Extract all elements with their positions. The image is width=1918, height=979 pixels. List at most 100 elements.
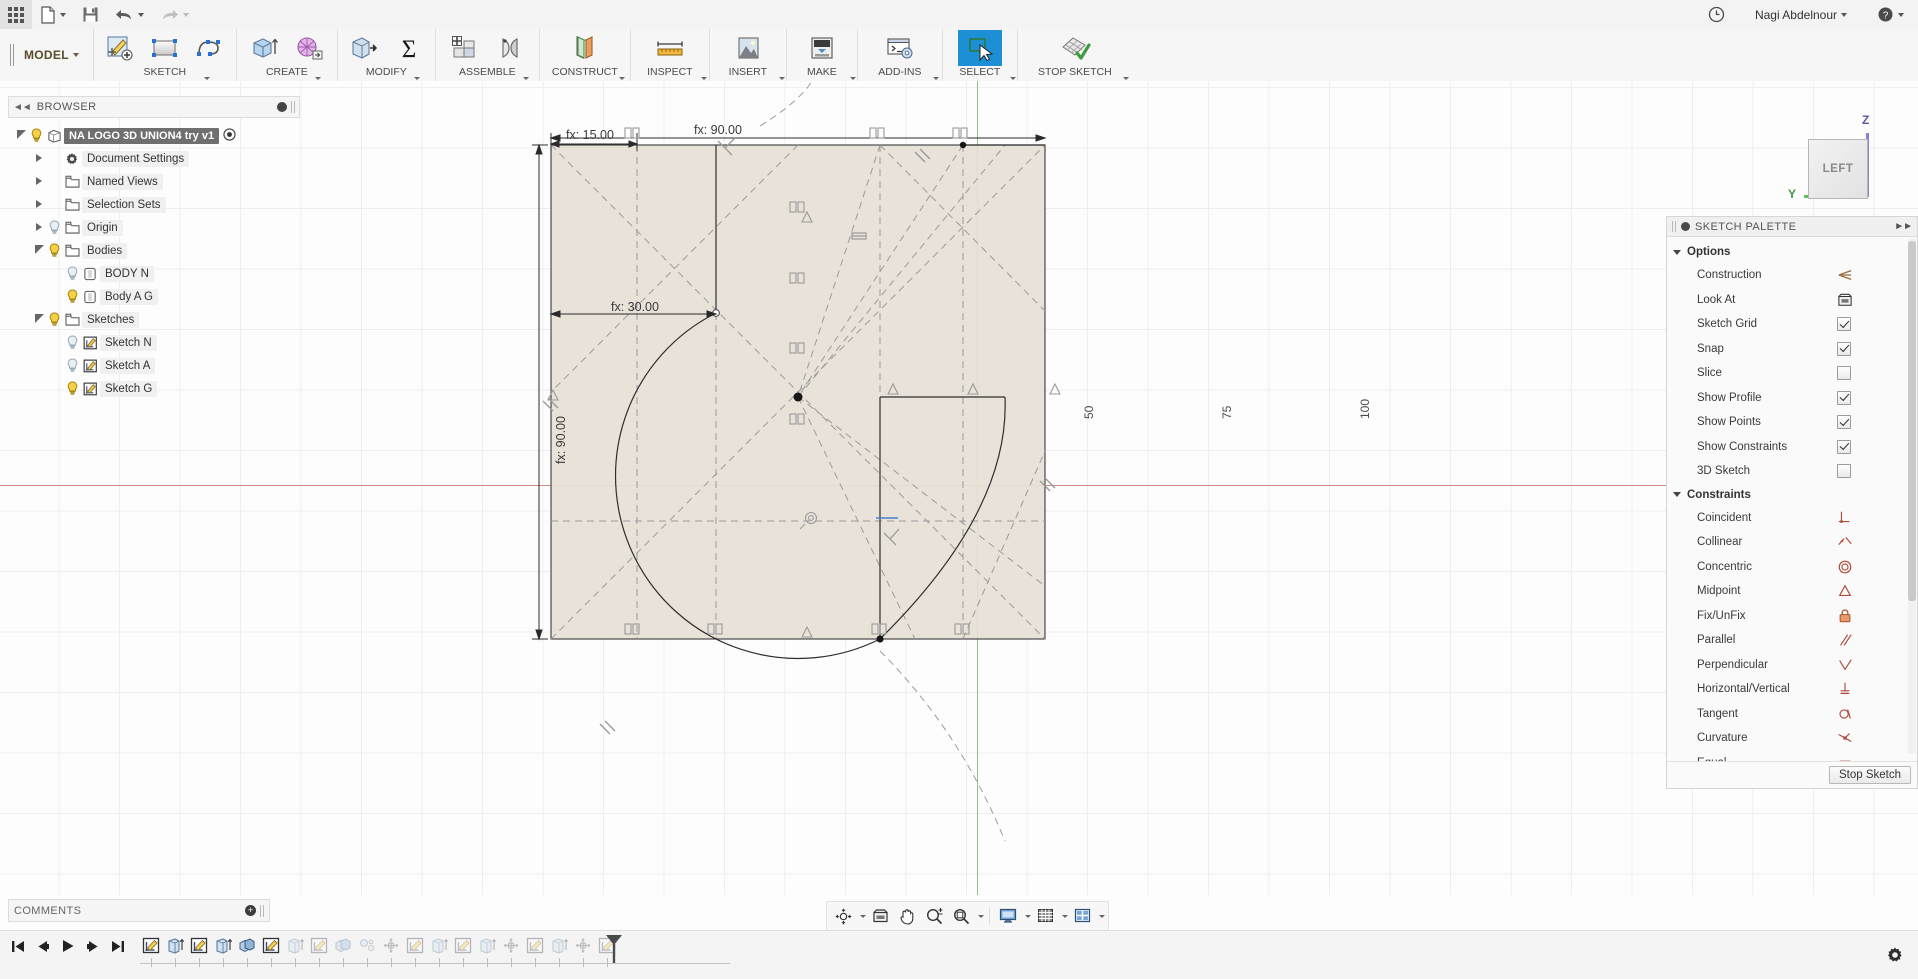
finish-sketch-button[interactable] [1053,30,1097,66]
visibility-toggle[interactable] [46,312,62,327]
timeline-feature-extrude-6[interactable] [548,934,570,956]
timeline-feature-combine-1[interactable] [236,934,258,956]
visibility-toggle[interactable] [46,220,62,235]
palette-row-snap[interactable]: Snap [1667,337,1917,362]
browser-tree-item[interactable]: BODY N [8,262,300,285]
palette-row-tangent[interactable]: Tangent [1667,702,1917,727]
palette-row-slice[interactable]: Slice [1667,361,1917,386]
palette-row-concentric[interactable]: Concentric [1667,555,1917,580]
lock-icon[interactable] [1837,608,1917,624]
browser-tree-item[interactable]: Bodies [8,239,300,262]
zoom-button[interactable] [921,904,947,928]
palette-row-show-profile[interactable]: Show Profile [1667,386,1917,411]
equal-icon[interactable] [1837,755,1917,761]
checkbox-show-points[interactable] [1837,415,1851,430]
timeline-marker[interactable] [604,934,624,967]
chevron-down-icon[interactable] [522,77,529,80]
chevron-down-icon[interactable] [1122,77,1129,80]
resize-grip-icon[interactable] [1672,221,1676,232]
coincident-icon[interactable] [1837,510,1917,526]
visibility-toggle[interactable] [64,381,80,396]
palette-row-midpoint[interactable]: Midpoint [1667,579,1917,604]
select-button[interactable] [957,30,1002,66]
tangent-icon[interactable] [1837,706,1917,722]
sketch-palette-header[interactable]: SKETCH PALETTE ►► [1667,217,1917,237]
browser-tree-item[interactable]: Document Settings [8,147,300,170]
timeline-feature-sketch-2[interactable] [188,934,210,956]
rectangle-button[interactable] [143,30,187,66]
visibility-toggle[interactable] [64,289,80,304]
chevron-down-icon[interactable] [932,77,939,80]
go-to-beginning-button[interactable] [10,937,26,955]
look-at-button[interactable] [867,904,893,928]
dimension-label-15[interactable]: fx: 15.00 [566,128,614,142]
browser-options-icon[interactable] [277,102,287,112]
checkbox-show-profile[interactable] [1837,390,1851,405]
timeline-settings-button[interactable] [1886,946,1904,967]
visibility-toggle[interactable] [28,128,44,143]
dimension-label-30[interactable]: fx: 30.00 [611,300,659,314]
chevron-down-icon[interactable] [1062,914,1068,918]
concentric-icon[interactable] [1837,559,1917,575]
expand-arrow-icon[interactable] [14,130,28,141]
workspace-selector[interactable]: MODEL [0,29,94,81]
3d-print-button[interactable] [800,30,844,66]
checkbox-show-constraints[interactable] [1837,439,1851,454]
visibility-bulb-icon[interactable] [66,266,79,281]
visibility-bulb-icon[interactable] [48,312,61,327]
browser-tree-item[interactable]: Body A G [8,285,300,308]
orbit-button[interactable] [830,904,856,928]
new-component-button[interactable] [443,30,487,66]
browser-tree-item[interactable]: Sketch N [8,331,300,354]
collapse-arrow-icon[interactable] [32,200,46,210]
app-grid-button[interactable] [0,0,32,29]
palette-row-equal[interactable]: Equal [1667,751,1917,761]
palette-section-options[interactable]: Options [1667,241,1917,263]
palette-row-3d-sketch[interactable]: 3D Sketch [1667,459,1917,484]
step-back-button[interactable] [35,937,51,955]
timeline-feature-sketch-4[interactable] [308,934,330,956]
perpendicular-icon[interactable] [1837,657,1917,673]
chevron-down-icon[interactable] [618,77,625,80]
joint-button[interactable] [488,30,532,66]
save-button[interactable] [74,0,107,29]
job-status-button[interactable] [1700,0,1733,29]
checkbox-3d-sketch[interactable] [1837,464,1851,479]
chevron-down-icon[interactable] [413,77,420,80]
timeline-feature-sketch-7[interactable] [524,934,546,956]
timeline-feature-sketch-3[interactable] [260,934,282,956]
help-button[interactable]: ? [1869,0,1912,29]
chevron-down-icon[interactable] [314,77,321,80]
add-comment-icon[interactable]: + [245,905,256,916]
timeline-track[interactable] [140,958,730,968]
chevron-down-icon[interactable] [978,914,984,918]
look-at-icon[interactable] [1837,293,1917,307]
parameters-button[interactable]: Σ [387,30,431,66]
visibility-bulb-icon[interactable] [48,243,61,258]
palette-row-parallel[interactable]: Parallel [1667,628,1917,653]
chevron-down-icon[interactable] [849,77,856,80]
create-sketch-button[interactable] [98,30,142,66]
create-mesh-button[interactable] [287,30,331,66]
undo-button[interactable] [107,0,152,29]
collapse-arrow-icon[interactable] [32,223,46,233]
timeline-feature-extrude-5[interactable] [476,934,498,956]
dimension-label-90-top[interactable]: fx: 90.00 [694,123,742,137]
palette-row-curvature[interactable]: Curvature [1667,726,1917,751]
timeline-feature-sketch-1[interactable] [140,934,162,956]
timeline-feature-move-1[interactable] [380,934,402,956]
parallel-icon[interactable] [1837,632,1917,648]
browser-tree-item[interactable]: NA LOGO 3D UNION4 try v1 [8,124,300,147]
collapse-arrow-icon[interactable] [32,177,46,187]
go-to-end-button[interactable] [110,937,126,955]
visibility-bulb-icon[interactable] [66,335,79,350]
collapse-icon[interactable]: ◄◄ [13,102,32,113]
account-menu[interactable]: Nagi Abdelnour [1747,0,1855,29]
timeline-feature-extrude-1[interactable] [164,934,186,956]
grid-snaps-button[interactable] [1032,904,1058,928]
collapse-arrow-icon[interactable] [32,154,46,164]
chevron-down-icon[interactable] [700,77,707,80]
timeline-feature-move-3[interactable] [572,934,594,956]
visibility-bulb-icon[interactable] [66,289,79,304]
palette-row-collinear[interactable]: Collinear [1667,530,1917,555]
